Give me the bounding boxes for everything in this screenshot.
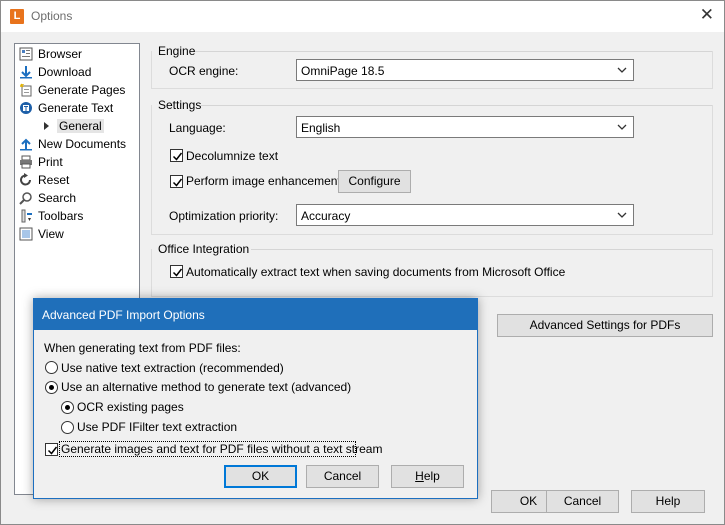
language-select[interactable]: English: [296, 116, 634, 138]
configure-button[interactable]: Configure: [338, 170, 411, 193]
sidebar-item-label: Generate Text: [38, 100, 114, 115]
alternative-method-label: Use an alternative method to generate te…: [61, 380, 352, 394]
sidebar-item-label: Download: [38, 64, 92, 79]
sidebar-item-label: Toolbars: [38, 208, 84, 223]
ocr-engine-label: OCR engine:: [169, 64, 239, 78]
browser-icon: [18, 46, 33, 61]
chevron-down-icon: [617, 124, 627, 130]
sidebar-item-search[interactable]: Search: [18, 189, 76, 206]
help-button[interactable]: Help: [631, 490, 705, 513]
dialog-intro-text: When generating text from PDF files:: [44, 341, 241, 355]
download-arrow-icon: [18, 64, 33, 79]
optimization-priority-label: Optimization priority:: [169, 209, 279, 223]
pdf-ifilter-radio[interactable]: [61, 421, 74, 434]
sidebar-item-reset[interactable]: Reset: [18, 171, 69, 188]
decolumnize-label: Decolumnize text: [186, 149, 279, 163]
sidebar-item-label: Search: [38, 190, 77, 205]
sidebar-item-print[interactable]: Print: [18, 153, 63, 170]
sidebar-item-download[interactable]: Download: [18, 63, 91, 80]
sidebar-item-view[interactable]: View: [18, 225, 64, 242]
toolbars-icon: [18, 208, 33, 223]
sidebar-item-label: Generate Pages: [38, 82, 126, 97]
advanced-pdf-settings-button[interactable]: Advanced Settings for PDFs: [497, 314, 713, 337]
expander-arrow-icon: [41, 118, 51, 133]
dialog-cancel-button[interactable]: Cancel: [306, 465, 379, 488]
sidebar-item-label: New Documents: [38, 136, 127, 151]
close-icon[interactable]: ✕: [700, 5, 714, 25]
sidebar-item-label: Reset: [38, 172, 70, 187]
decolumnize-checkbox[interactable]: [170, 149, 183, 162]
dialog-title-bar[interactable]: Advanced PDF Import Options: [34, 299, 477, 330]
sidebar-item-new-documents[interactable]: New Documents: [18, 135, 126, 152]
ocr-existing-pages-label: OCR existing pages: [77, 400, 184, 414]
radio-selected-dot: [65, 405, 70, 410]
auto-extract-label: Automatically extract text when saving d…: [186, 265, 566, 279]
pdf-ifilter-label: Use PDF IFilter text extraction: [77, 420, 238, 434]
generate-images-label: Generate images and text for PDF files w…: [61, 442, 383, 456]
native-extraction-radio[interactable]: [45, 361, 58, 374]
optimization-priority-value: Accuracy: [301, 209, 351, 223]
sidebar-item-generate-text[interactable]: Generate Text: [18, 99, 113, 116]
image-enhancement-checkbox[interactable]: [170, 175, 183, 188]
checkmark-icon: [172, 178, 183, 187]
generate-pages-icon: [18, 82, 33, 97]
radio-selected-dot: [49, 385, 54, 390]
app-logo-icon: L: [10, 9, 24, 24]
printer-icon: [18, 154, 33, 169]
title-bar[interactable]: L Options ✕: [1, 1, 724, 32]
cancel-button[interactable]: Cancel: [546, 490, 619, 513]
window-title: Options: [31, 9, 73, 23]
search-icon: [18, 190, 33, 205]
reset-icon: [18, 172, 33, 187]
help-label-rest: elp: [423, 469, 440, 483]
dialog-ok-button[interactable]: OK: [224, 465, 297, 488]
generate-text-icon: [18, 100, 33, 115]
native-extraction-label: Use native text extraction (recommended): [61, 361, 284, 375]
language-value: English: [301, 121, 341, 135]
help-accelerator-key: H: [415, 469, 424, 483]
dialog-title: Advanced PDF Import Options: [42, 308, 205, 322]
upload-arrow-icon: [18, 136, 33, 151]
auto-extract-checkbox[interactable]: [170, 265, 183, 278]
ocr-existing-pages-radio[interactable]: [61, 401, 74, 414]
generate-images-checkbox[interactable]: [45, 443, 58, 456]
image-enhancement-label: Perform image enhancement: [186, 174, 341, 188]
sidebar-item-general[interactable]: General: [41, 117, 104, 134]
alternative-method-radio[interactable]: [45, 381, 58, 394]
checkmark-icon: [172, 268, 183, 277]
optimization-priority-select[interactable]: Accuracy: [296, 204, 634, 226]
sidebar-item-toolbars[interactable]: Toolbars: [18, 207, 83, 224]
sidebar-item-browser[interactable]: Browser: [18, 45, 82, 62]
sidebar-item-label: General: [57, 118, 104, 133]
advanced-pdf-import-dialog: Advanced PDF Import Options When generat…: [33, 298, 478, 499]
sidebar-item-label: Browser: [38, 46, 83, 61]
ocr-engine-value: OmniPage 18.5: [301, 64, 385, 78]
dialog-help-button[interactable]: Help: [391, 465, 464, 488]
view-icon: [18, 226, 33, 241]
checkmark-icon: [47, 446, 58, 455]
sidebar-item-label: Print: [38, 154, 63, 169]
chevron-down-icon: [617, 212, 627, 218]
language-label: Language:: [169, 121, 226, 135]
checkmark-icon: [172, 152, 183, 161]
ocr-engine-select[interactable]: OmniPage 18.5: [296, 59, 634, 81]
sidebar-item-generate-pages[interactable]: Generate Pages: [18, 81, 125, 98]
sidebar-item-label: View: [38, 226, 64, 241]
chevron-down-icon: [617, 67, 627, 73]
